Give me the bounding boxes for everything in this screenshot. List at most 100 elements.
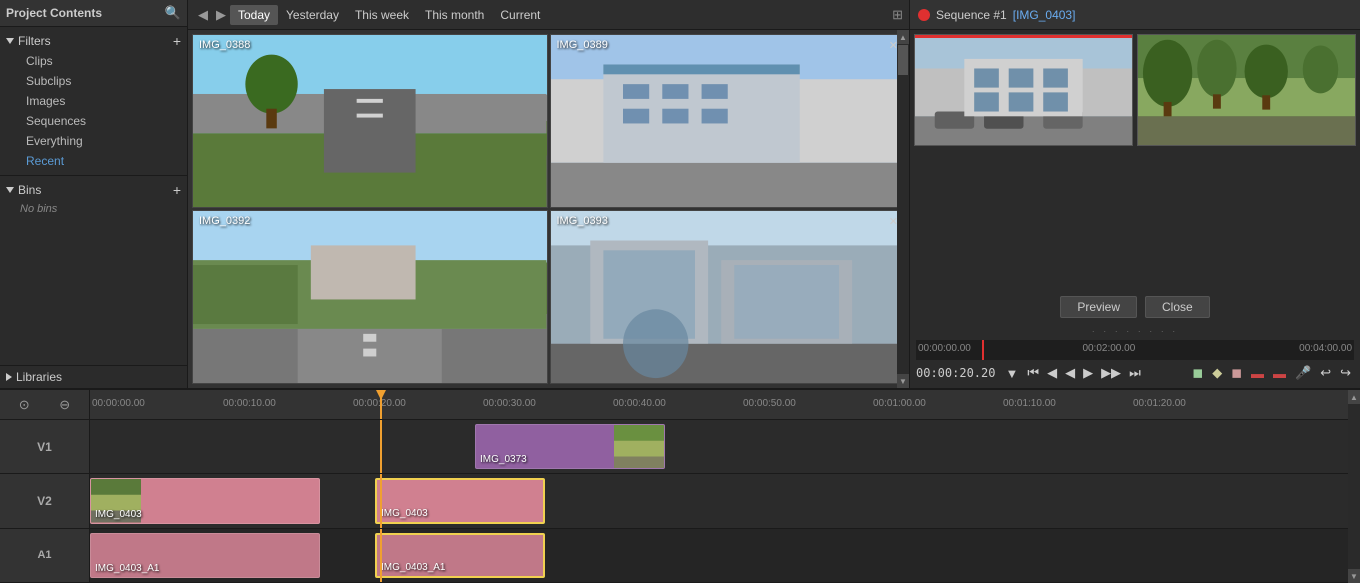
filters-collapse-icon [6,38,14,44]
filters-header[interactable]: Filters + [0,31,187,51]
thismonth-button[interactable]: This month [417,5,492,25]
today-button[interactable]: Today [230,5,278,25]
track-label-v1: V1 [0,420,89,474]
go-to-start-button[interactable]: ⏮ [1024,364,1042,382]
ffwd-button[interactable]: ↪ [1337,364,1354,382]
rewind-button[interactable]: ↩ [1317,364,1334,382]
filter-item-recent[interactable]: Recent [20,151,187,171]
preview-playhead [982,340,984,360]
clip-392-label: IMG_0392 [199,215,250,227]
browser-scrollbar[interactable]: ▲ ▼ [897,30,909,388]
clip-a1-0403-2[interactable]: IMG_0403_A1 [375,533,545,578]
clip-393-thumbnail [551,211,905,383]
bins-header[interactable]: Bins + [0,180,187,200]
ruler-mark-10: 00:00:10.00 [223,398,276,409]
playhead-v1 [380,420,382,473]
play-button[interactable]: ▶ [1080,364,1096,382]
transport-controls: ⏮ ◀ ◀ ▶ ▶▶ ⏭ [1024,364,1143,382]
project-contents-title: Project Contents [6,6,102,20]
timeline-main: 00:00:00.00 00:00:10.00 00:00:20.00 00:0… [90,390,1348,583]
libraries-label: Libraries [16,370,62,384]
preview-transport: 00:00:20.20 ▼ ⏮ ◀ ◀ ▶ ▶▶ ⏭ ◼ ◆ ◼ ▬ ▬ 🎤 ↩ [916,364,1354,382]
step-back2-button[interactable]: ◀ [1062,364,1078,382]
filter-item-clips[interactable]: Clips [20,51,187,71]
clip-a1-label-2: IMG_0403_A1 [381,562,446,573]
clip-card-388[interactable]: IMG_0388 [192,34,548,208]
timeline-section: ⊙ ⊖ V1 V2 A1 00:00:00.00 00:00:10.00 00:… [0,388,1360,583]
ruler-mark-30: 00:00:30.00 [483,398,536,409]
preview-timebar[interactable]: 00:00:00.00 00:02:00.00 00:04:00.00 [916,340,1354,360]
diamond-button[interactable]: ◆ [1209,364,1225,382]
clip-388-label: IMG_0388 [199,39,250,51]
step-fwd-button[interactable]: ▶▶ [1098,364,1124,382]
ruler-mark-40: 00:00:40.00 [613,398,666,409]
nav-back-button[interactable]: ◀ [194,5,212,25]
current-button[interactable]: Current [492,5,548,25]
filter-item-sequences[interactable]: Sequences [20,111,187,131]
audio-button[interactable]: 🎤 [1292,364,1314,382]
filters-add-icon[interactable]: + [173,34,181,48]
go-to-end-button[interactable]: ⏭ [1126,364,1144,382]
step-back-button[interactable]: ◀ [1044,364,1060,382]
browser-toolbar: ◀ ▶ Today Yesterday This week This month… [188,0,909,30]
tl-scroll-down[interactable]: ▼ [1348,569,1360,583]
current-timecode: 00:00:20.20 [916,366,995,380]
clip-v2-0403-1[interactable]: IMG_0403 [90,478,320,523]
clip-389-close-icon[interactable]: ✕ [889,39,898,52]
clip-a1-label-1: IMG_0403_A1 [95,563,160,574]
ruler-mark-60: 00:01:00.00 [873,398,926,409]
track-v1: IMG_0373 [90,420,1348,474]
bins-label-group: Bins [6,183,41,197]
dropdown-btn[interactable]: ▼ [1002,365,1021,382]
preview-thumbnails [910,30,1360,150]
clip-card-389[interactable]: IMG_0389 ✕ [550,34,906,208]
track-a1: IMG_0403_A1 IMG_0403_A1 [90,529,1348,583]
clip-392-thumbnail [193,211,547,383]
bins-add-icon[interactable]: + [173,183,181,197]
search-icon[interactable]: 🔍 [165,5,181,21]
tl-scroll-up[interactable]: ▲ [1348,390,1360,404]
clip-card-393[interactable]: IMG_0393 ✕ [550,210,906,384]
scroll-thumb[interactable] [898,45,908,75]
filter-item-everything[interactable]: Everything [20,131,187,151]
video2-button[interactable]: ▬ [1270,365,1289,382]
zoom-out-button[interactable]: ⊙ [18,396,31,414]
top-section: Project Contents 🔍 Filters + Clips Subcl… [0,0,1360,388]
preview-thumb-left[interactable] [914,34,1133,146]
libraries-section[interactable]: Libraries [0,365,187,388]
track-label-a1: A1 [0,529,89,583]
preview-sequence-label: Sequence #1 [936,8,1007,22]
browser-panel: ◀ ▶ Today Yesterday This week This month… [188,0,910,388]
zoom-in-button[interactable]: ⊖ [58,396,71,414]
preview-button[interactable]: Preview [1060,296,1137,318]
timeline-vscroll[interactable]: ▲ ▼ [1348,390,1360,583]
clip-393-close-icon[interactable]: ✕ [889,215,898,228]
filter-item-images[interactable]: Images [20,91,187,111]
clip-v1-0373[interactable]: IMG_0373 [475,424,665,469]
yesterday-button[interactable]: Yesterday [278,5,347,25]
scroll-down-arrow[interactable]: ▼ [897,374,909,388]
out-point-button[interactable]: ◼ [1228,364,1245,382]
tl-scroll-track [1348,404,1360,569]
filter-item-subclips[interactable]: Subclips [20,71,187,91]
timeline-ruler[interactable]: 00:00:00.00 00:00:10.00 00:00:20.00 00:0… [90,390,1348,420]
timeline-playhead[interactable] [380,390,382,419]
clip-card-392[interactable]: IMG_0392 [192,210,548,384]
video-button[interactable]: ▬ [1248,365,1267,382]
bins-collapse-icon [6,187,14,193]
grid-view-icon[interactable]: ⊞ [892,7,903,23]
close-button[interactable]: Close [1145,296,1210,318]
clip-a1-0403-1[interactable]: IMG_0403_A1 [90,533,320,578]
scroll-up-arrow[interactable]: ▲ [897,30,909,44]
preview-buttons: Preview Close [1060,296,1209,318]
timeline-controls: ⊙ ⊖ [0,390,89,420]
nav-forward-button[interactable]: ▶ [212,5,230,25]
clip-thumb-svg [614,425,664,468]
left-panel: Project Contents 🔍 Filters + Clips Subcl… [0,0,188,388]
clip-v2-0403-2[interactable]: IMG_0403 [375,478,545,523]
clip-388-svg [193,35,547,207]
in-point-button[interactable]: ◼ [1189,364,1206,382]
ruler-mark-80: 00:01:20.00 [1133,398,1186,409]
thisweek-button[interactable]: This week [347,5,417,25]
preview-thumb-right[interactable] [1137,34,1356,146]
